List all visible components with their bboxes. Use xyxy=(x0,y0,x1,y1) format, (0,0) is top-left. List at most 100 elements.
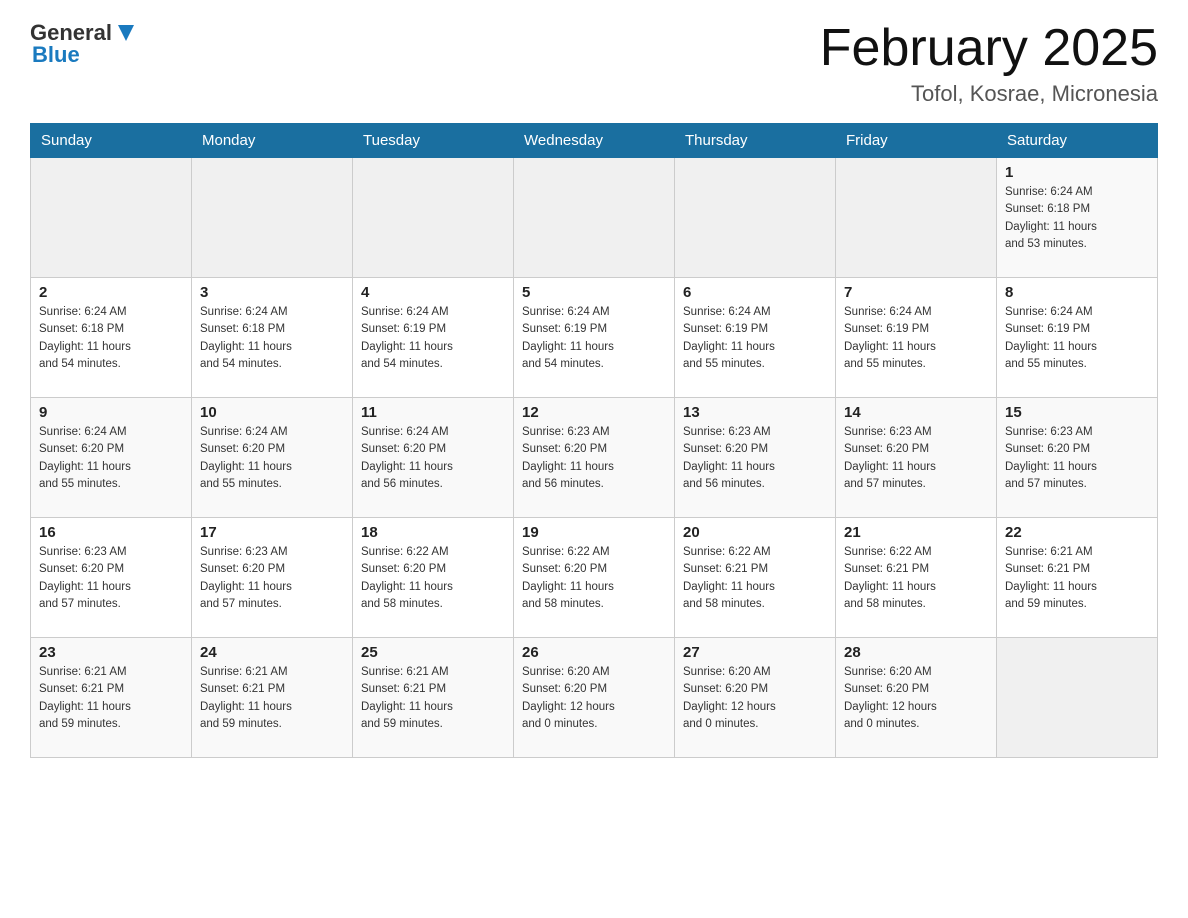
day-number: 18 xyxy=(361,524,505,541)
day-info: Sunrise: 6:22 AM Sunset: 6:21 PM Dayligh… xyxy=(844,544,988,613)
calendar-cell: 22 Sunrise: 6:21 AM Sunset: 6:21 PM Dayli… xyxy=(997,518,1158,638)
day-info: Sunrise: 6:23 AM Sunset: 6:20 PM Dayligh… xyxy=(522,424,666,493)
day-info: Sunrise: 6:23 AM Sunset: 6:20 PM Dayligh… xyxy=(844,424,988,493)
day-number: 21 xyxy=(844,524,988,541)
calendar-cell: 14 Sunrise: 6:23 AM Sunset: 6:20 PM Dayli… xyxy=(836,398,997,518)
calendar-cell: 2 Sunrise: 6:24 AM Sunset: 6:18 PM Daylig… xyxy=(31,278,192,398)
day-info: Sunrise: 6:22 AM Sunset: 6:20 PM Dayligh… xyxy=(522,544,666,613)
day-number: 28 xyxy=(844,644,988,661)
calendar-cell: 17 Sunrise: 6:23 AM Sunset: 6:20 PM Dayli… xyxy=(192,518,353,638)
calendar-cell: 21 Sunrise: 6:22 AM Sunset: 6:21 PM Dayli… xyxy=(836,518,997,638)
day-info: Sunrise: 6:21 AM Sunset: 6:21 PM Dayligh… xyxy=(361,664,505,733)
calendar-cell: 26Sunrise: 6:20 AM Sunset: 6:20 PM Dayli… xyxy=(514,638,675,758)
day-info: Sunrise: 6:24 AM Sunset: 6:19 PM Dayligh… xyxy=(522,304,666,373)
day-info: Sunrise: 6:21 AM Sunset: 6:21 PM Dayligh… xyxy=(39,664,183,733)
calendar-week-1: 1 Sunrise: 6:24 AM Sunset: 6:18 PM Daylig… xyxy=(31,158,1158,278)
calendar-cell xyxy=(514,158,675,278)
calendar-cell: 15 Sunrise: 6:23 AM Sunset: 6:20 PM Dayli… xyxy=(997,398,1158,518)
day-info: Sunrise: 6:20 AM Sunset: 6:20 PM Dayligh… xyxy=(683,664,827,733)
calendar-cell: 4 Sunrise: 6:24 AM Sunset: 6:19 PM Daylig… xyxy=(353,278,514,398)
calendar-cell: 18 Sunrise: 6:22 AM Sunset: 6:20 PM Dayli… xyxy=(353,518,514,638)
day-info: Sunrise: 6:24 AM Sunset: 6:19 PM Dayligh… xyxy=(1005,304,1149,373)
day-info: Sunrise: 6:20 AM Sunset: 6:20 PM Dayligh… xyxy=(522,664,666,733)
day-info: Sunrise: 6:23 AM Sunset: 6:20 PM Dayligh… xyxy=(683,424,827,493)
calendar-cell: 13 Sunrise: 6:23 AM Sunset: 6:20 PM Dayli… xyxy=(675,398,836,518)
calendar-header: SundayMondayTuesdayWednesdayThursdayFrid… xyxy=(31,124,1158,158)
calendar-table: SundayMondayTuesdayWednesdayThursdayFrid… xyxy=(30,123,1158,758)
calendar-cell: 3Sunrise: 6:24 AM Sunset: 6:18 PM Daylig… xyxy=(192,278,353,398)
day-info: Sunrise: 6:24 AM Sunset: 6:19 PM Dayligh… xyxy=(683,304,827,373)
weekday-monday: Monday xyxy=(192,124,353,158)
day-number: 2 xyxy=(39,284,183,301)
calendar-cell: 28 Sunrise: 6:20 AM Sunset: 6:20 PM Dayli… xyxy=(836,638,997,758)
day-number: 14 xyxy=(844,404,988,421)
day-info: Sunrise: 6:24 AM Sunset: 6:18 PM Dayligh… xyxy=(200,304,344,373)
day-number: 4 xyxy=(361,284,505,301)
calendar-cell xyxy=(192,158,353,278)
day-info: Sunrise: 6:21 AM Sunset: 6:21 PM Dayligh… xyxy=(1005,544,1149,613)
day-number: 20 xyxy=(683,524,827,541)
day-number: 19 xyxy=(522,524,666,541)
day-info: Sunrise: 6:24 AM Sunset: 6:18 PM Dayligh… xyxy=(1005,184,1149,253)
calendar-cell xyxy=(836,158,997,278)
calendar-cell: 10 Sunrise: 6:24 AM Sunset: 6:20 PM Dayli… xyxy=(192,398,353,518)
day-info: Sunrise: 6:24 AM Sunset: 6:20 PM Dayligh… xyxy=(361,424,505,493)
calendar-cell: 20 Sunrise: 6:22 AM Sunset: 6:21 PM Dayli… xyxy=(675,518,836,638)
day-number: 23 xyxy=(39,644,183,661)
weekday-tuesday: Tuesday xyxy=(353,124,514,158)
calendar-cell: 6Sunrise: 6:24 AM Sunset: 6:19 PM Daylig… xyxy=(675,278,836,398)
day-number: 5 xyxy=(522,284,666,301)
logo: General Blue xyxy=(30,20,138,68)
calendar-cell: 11 Sunrise: 6:24 AM Sunset: 6:20 PM Dayli… xyxy=(353,398,514,518)
day-number: 22 xyxy=(1005,524,1149,541)
calendar-cell: 7Sunrise: 6:24 AM Sunset: 6:19 PM Daylig… xyxy=(836,278,997,398)
page-header: General Blue February 2025 Tofol, Kosrae… xyxy=(30,20,1158,107)
day-info: Sunrise: 6:22 AM Sunset: 6:20 PM Dayligh… xyxy=(361,544,505,613)
calendar-week-2: 2 Sunrise: 6:24 AM Sunset: 6:18 PM Daylig… xyxy=(31,278,1158,398)
day-number: 10 xyxy=(200,404,344,421)
day-number: 12 xyxy=(522,404,666,421)
day-info: Sunrise: 6:23 AM Sunset: 6:20 PM Dayligh… xyxy=(39,544,183,613)
day-number: 11 xyxy=(361,404,505,421)
day-number: 13 xyxy=(683,404,827,421)
weekday-friday: Friday xyxy=(836,124,997,158)
calendar-body: 1 Sunrise: 6:24 AM Sunset: 6:18 PM Daylig… xyxy=(31,158,1158,758)
calendar-title: February 2025 xyxy=(820,20,1158,77)
calendar-cell xyxy=(353,158,514,278)
weekday-thursday: Thursday xyxy=(675,124,836,158)
day-info: Sunrise: 6:24 AM Sunset: 6:19 PM Dayligh… xyxy=(844,304,988,373)
calendar-week-3: 9Sunrise: 6:24 AM Sunset: 6:20 PM Daylig… xyxy=(31,398,1158,518)
weekday-header-row: SundayMondayTuesdayWednesdayThursdayFrid… xyxy=(31,124,1158,158)
calendar-subtitle: Tofol, Kosrae, Micronesia xyxy=(820,81,1158,107)
day-number: 1 xyxy=(1005,164,1149,181)
day-info: Sunrise: 6:22 AM Sunset: 6:21 PM Dayligh… xyxy=(683,544,827,613)
calendar-cell: 12 Sunrise: 6:23 AM Sunset: 6:20 PM Dayli… xyxy=(514,398,675,518)
day-info: Sunrise: 6:20 AM Sunset: 6:20 PM Dayligh… xyxy=(844,664,988,733)
calendar-cell: 1 Sunrise: 6:24 AM Sunset: 6:18 PM Daylig… xyxy=(997,158,1158,278)
day-info: Sunrise: 6:23 AM Sunset: 6:20 PM Dayligh… xyxy=(1005,424,1149,493)
day-number: 27 xyxy=(683,644,827,661)
day-info: Sunrise: 6:24 AM Sunset: 6:20 PM Dayligh… xyxy=(39,424,183,493)
calendar-week-5: 23 Sunrise: 6:21 AM Sunset: 6:21 PM Dayli… xyxy=(31,638,1158,758)
calendar-cell: 25Sunrise: 6:21 AM Sunset: 6:21 PM Dayli… xyxy=(353,638,514,758)
day-info: Sunrise: 6:24 AM Sunset: 6:19 PM Dayligh… xyxy=(361,304,505,373)
day-info: Sunrise: 6:24 AM Sunset: 6:18 PM Dayligh… xyxy=(39,304,183,373)
calendar-cell: 19 Sunrise: 6:22 AM Sunset: 6:20 PM Dayli… xyxy=(514,518,675,638)
title-block: February 2025 Tofol, Kosrae, Micronesia xyxy=(820,20,1158,107)
calendar-cell xyxy=(31,158,192,278)
day-number: 8 xyxy=(1005,284,1149,301)
day-info: Sunrise: 6:23 AM Sunset: 6:20 PM Dayligh… xyxy=(200,544,344,613)
day-info: Sunrise: 6:24 AM Sunset: 6:20 PM Dayligh… xyxy=(200,424,344,493)
weekday-wednesday: Wednesday xyxy=(514,124,675,158)
calendar-cell: 16 Sunrise: 6:23 AM Sunset: 6:20 PM Dayli… xyxy=(31,518,192,638)
day-number: 16 xyxy=(39,524,183,541)
calendar-cell xyxy=(675,158,836,278)
calendar-cell: 8 Sunrise: 6:24 AM Sunset: 6:19 PM Daylig… xyxy=(997,278,1158,398)
calendar-week-4: 16 Sunrise: 6:23 AM Sunset: 6:20 PM Dayli… xyxy=(31,518,1158,638)
weekday-saturday: Saturday xyxy=(997,124,1158,158)
calendar-cell: 5 Sunrise: 6:24 AM Sunset: 6:19 PM Daylig… xyxy=(514,278,675,398)
day-number: 15 xyxy=(1005,404,1149,421)
logo-blue-text: Blue xyxy=(32,42,138,68)
day-number: 17 xyxy=(200,524,344,541)
calendar-cell: 27 Sunrise: 6:20 AM Sunset: 6:20 PM Dayli… xyxy=(675,638,836,758)
